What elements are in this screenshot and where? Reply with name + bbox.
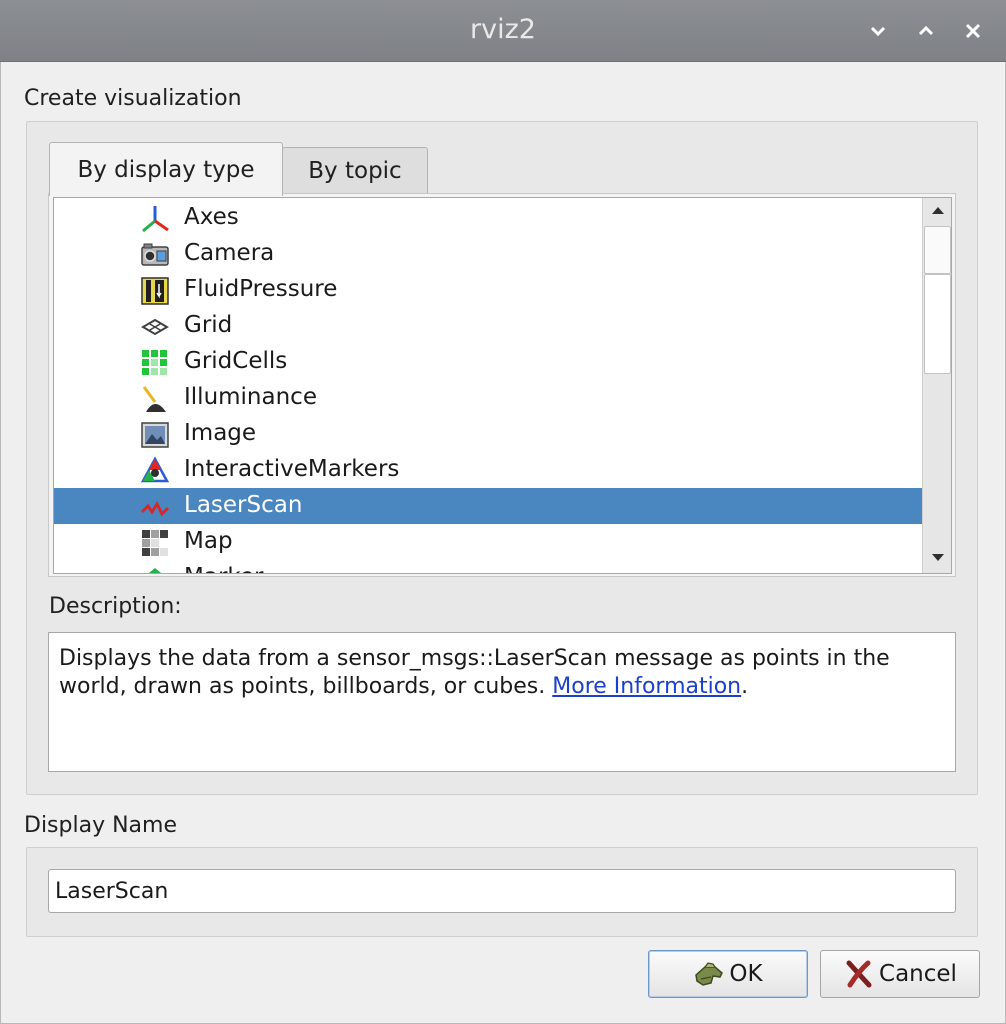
list-item[interactable]: Illuminance [54, 380, 922, 416]
list-item-label: FluidPressure [184, 276, 338, 302]
list-item[interactable]: Camera [54, 236, 922, 272]
camera-icon [140, 240, 170, 270]
list-item-label: Camera [184, 240, 275, 266]
description-label: Description: [49, 594, 182, 619]
list-item[interactable]: Axes [54, 200, 922, 236]
grid-cells-icon [140, 348, 170, 378]
title-bar[interactable]: rviz2 [0, 0, 1006, 62]
arrow-up-icon [932, 207, 944, 214]
tab-by-topic-label: By topic [308, 158, 402, 184]
list-item-label: Illuminance [184, 384, 317, 410]
list-scrollbar[interactable] [922, 198, 951, 573]
list-item[interactable]: Grid [54, 308, 922, 344]
cancel-x-icon [846, 960, 872, 988]
list-item-label: Marker [184, 564, 264, 573]
list-item-label: Map [184, 528, 233, 554]
tab-by-topic[interactable]: By topic [282, 147, 428, 194]
list-item[interactable]: LaserScan [54, 488, 922, 524]
scroll-down-arrow[interactable] [923, 546, 951, 570]
list-item[interactable]: Map [54, 524, 922, 560]
list-item[interactable]: FluidPressure [54, 272, 922, 308]
interactive-markers-icon [140, 456, 170, 486]
minimize-button[interactable] [865, 18, 891, 44]
tab-by-display-type[interactable]: By display type [49, 142, 283, 196]
list-item[interactable]: Image [54, 416, 922, 452]
description-box: Displays the data from a sensor_msgs::La… [48, 632, 956, 772]
image-icon [140, 420, 170, 450]
scroll-thumb[interactable] [924, 274, 951, 374]
display-type-list[interactable]: Axes Camera FluidPressure Grid GridCells… [53, 197, 952, 574]
scroll-up-arrow[interactable] [923, 198, 951, 222]
description-text: Displays the data from a sensor_msgs::La… [59, 646, 890, 699]
maximize-button[interactable] [913, 18, 939, 44]
more-information-link[interactable]: More Information [552, 674, 741, 699]
close-button[interactable] [960, 18, 986, 44]
grid-icon [140, 312, 170, 342]
marker-icon [140, 564, 170, 573]
list-item-label: InteractiveMarkers [184, 456, 400, 482]
description-end: . [741, 674, 749, 699]
laser-scan-icon [140, 492, 170, 522]
illuminance-icon [140, 384, 170, 414]
window-title: rviz2 [470, 14, 536, 45]
fluid-pressure-icon [140, 276, 170, 306]
display-name-field[interactable] [48, 869, 956, 913]
chevron-up-icon [918, 25, 934, 36]
cancel-button[interactable]: Cancel [820, 950, 980, 998]
display-name-label: Display Name [24, 813, 177, 838]
tab-by-display-type-label: By display type [77, 156, 255, 183]
map-icon [140, 528, 170, 558]
list-item[interactable]: Marker [54, 560, 922, 573]
arrow-down-icon [932, 554, 944, 561]
create-visualization-label: Create visualization [24, 86, 242, 111]
list-item-label: Image [184, 420, 257, 446]
list-item[interactable]: InteractiveMarkers [54, 452, 922, 488]
ok-button[interactable]: OK [648, 950, 808, 998]
list-item-label: Grid [184, 312, 233, 338]
list-item-label: Axes [184, 204, 239, 230]
list-item[interactable]: GridCells [54, 344, 922, 380]
scroll-thumb-top[interactable] [924, 226, 951, 274]
ok-hand-icon [695, 962, 724, 986]
chevron-down-icon [870, 26, 886, 37]
cancel-button-label: Cancel [879, 961, 957, 987]
list-item-label: GridCells [184, 348, 288, 374]
list-item-label: LaserScan [184, 492, 303, 518]
axes-icon [140, 204, 170, 234]
ok-button-label: OK [729, 961, 763, 987]
close-icon [965, 23, 981, 39]
